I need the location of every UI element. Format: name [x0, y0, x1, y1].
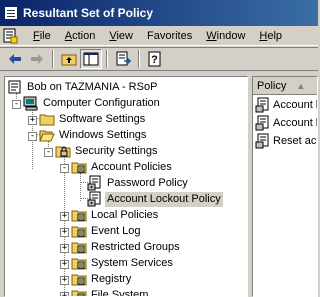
list-item-label: Account lo: [273, 99, 317, 111]
expand-expander[interactable]: +: [60, 228, 69, 237]
title-bar[interactable]: Resultant Set of Policy: [0, 0, 318, 26]
tree-item-label: Registry: [91, 272, 132, 285]
toolbar: ?: [0, 47, 318, 71]
policy-folder-icon: [71, 207, 87, 223]
details-pane[interactable]: Policy ▲ Account lo Account lo Reset acc: [252, 76, 318, 297]
tree-item-software-settings[interactable]: Software Settings: [39, 111, 147, 127]
console-tree[interactable]: Bob on TAZMANIA - RSoP - Computer Config…: [4, 76, 248, 297]
column-header-policy[interactable]: Policy ▲: [253, 77, 317, 95]
folder-open-icon: [39, 127, 55, 143]
menu-help[interactable]: Help: [252, 27, 289, 45]
back-arrow-icon: [9, 54, 21, 64]
tree-item-label: Windows Settings: [59, 128, 147, 141]
help-icon: ?: [148, 51, 161, 67]
tree-item-windows-settings[interactable]: Windows Settings: [39, 127, 148, 143]
tree-item-event-log[interactable]: Event Log: [71, 223, 143, 239]
tree-item-restricted-groups[interactable]: Restricted Groups: [71, 239, 182, 255]
tree-item-label: System Services: [91, 256, 173, 269]
toolbar-separator: [138, 50, 140, 68]
tree-item-label: Local Policies: [91, 208, 159, 221]
tree-item-label: Bob on TAZMANIA - RSoP: [27, 80, 158, 93]
expand-expander[interactable]: +: [60, 292, 69, 296]
tree-item-registry[interactable]: Registry: [71, 271, 133, 287]
tree-item-label: Password Policy: [107, 176, 188, 189]
console-document-icon[interactable]: [2, 28, 18, 44]
policy-folder-icon: [71, 271, 87, 287]
tree-item-file-system[interactable]: File System: [71, 287, 150, 297]
tree-item-password-policy[interactable]: Password Policy: [87, 175, 190, 191]
expand-expander[interactable]: +: [60, 276, 69, 285]
tree-item-account-policies[interactable]: Account Policies: [71, 159, 174, 175]
policy-icon: [87, 191, 103, 207]
forward-button[interactable]: [26, 49, 48, 69]
tree-item-label: Account Lockout Policy: [105, 191, 223, 207]
tree-item-label: Restricted Groups: [91, 240, 180, 253]
policy-icon: [87, 175, 103, 191]
expand-expander[interactable]: +: [28, 116, 37, 125]
tree-item-account-lockout-policy[interactable]: Account Lockout Policy: [87, 191, 223, 207]
menu-view[interactable]: View: [102, 27, 140, 45]
tree-item-local-policies[interactable]: Local Policies: [71, 207, 160, 223]
svg-text:?: ?: [151, 54, 158, 66]
up-one-level-button[interactable]: [58, 49, 80, 69]
folder-up-icon: [61, 54, 77, 66]
tree-item-rsop-root[interactable]: Bob on TAZMANIA - RSoP: [7, 79, 159, 95]
export-list-icon: [116, 51, 131, 66]
list-item[interactable]: Reset acc: [255, 132, 318, 150]
menu-file[interactable]: File: [26, 27, 58, 45]
menu-favorites[interactable]: Favorites: [140, 27, 199, 45]
collapse-expander[interactable]: -: [12, 100, 21, 109]
expand-expander[interactable]: +: [60, 212, 69, 221]
collapse-expander[interactable]: -: [44, 148, 53, 157]
toolbar-separator: [52, 50, 54, 68]
menu-window[interactable]: Window: [199, 27, 252, 45]
policy-setting-icon: [255, 115, 271, 131]
list-item-label: Reset acc: [273, 135, 318, 147]
rsop-app-icon: [4, 6, 18, 20]
console-tree-icon: [83, 52, 99, 66]
policy-folder-icon: [71, 287, 87, 296]
policy-folder-icon: [71, 255, 87, 271]
tree-item-label: Computer Configuration: [43, 96, 160, 109]
policy-folder-icon: [71, 223, 87, 239]
collapse-expander[interactable]: -: [28, 132, 37, 141]
tree-item-label: Software Settings: [59, 112, 146, 125]
list-item[interactable]: Account lo: [255, 96, 317, 114]
policy-setting-icon: [255, 133, 271, 149]
sort-arrow-icon: ▲: [296, 80, 306, 91]
policy-folder-icon: [71, 159, 87, 175]
policy-setting-icon: [255, 97, 271, 113]
tree-item-label: Account Policies: [91, 160, 172, 173]
toolbar-separator: [106, 50, 108, 68]
column-header-label: Policy: [257, 79, 287, 92]
tree-item-computer-configuration[interactable]: Computer Configuration: [23, 95, 162, 111]
menu-bar: File Action View Favorites Window Help: [0, 26, 318, 46]
export-list-button[interactable]: [112, 49, 134, 69]
window-title: Resultant Set of Policy: [23, 6, 154, 20]
rsop-icon: [7, 79, 23, 95]
help-button[interactable]: ?: [144, 49, 166, 69]
tree-item-security-settings[interactable]: Security Settings: [55, 143, 160, 159]
back-button[interactable]: [4, 49, 26, 69]
computer-icon: [23, 95, 39, 111]
security-settings-icon: [55, 143, 71, 159]
tree-item-system-services[interactable]: System Services: [71, 255, 175, 271]
show-hide-tree-button[interactable]: [80, 49, 102, 69]
expand-expander[interactable]: +: [60, 244, 69, 253]
tree-item-label: Security Settings: [75, 144, 158, 157]
tree-item-label: Event Log: [91, 224, 141, 237]
forward-arrow-icon: [31, 54, 43, 64]
tree-item-label: File System: [91, 288, 149, 297]
policy-folder-icon: [71, 239, 87, 255]
tree-line: [80, 173, 81, 201]
collapse-expander[interactable]: -: [60, 164, 69, 173]
list-item[interactable]: Account lo: [255, 114, 317, 132]
expand-expander[interactable]: +: [60, 260, 69, 269]
list-item-label: Account lo: [273, 117, 317, 129]
folder-icon: [39, 111, 55, 127]
menu-action[interactable]: Action: [58, 27, 103, 45]
